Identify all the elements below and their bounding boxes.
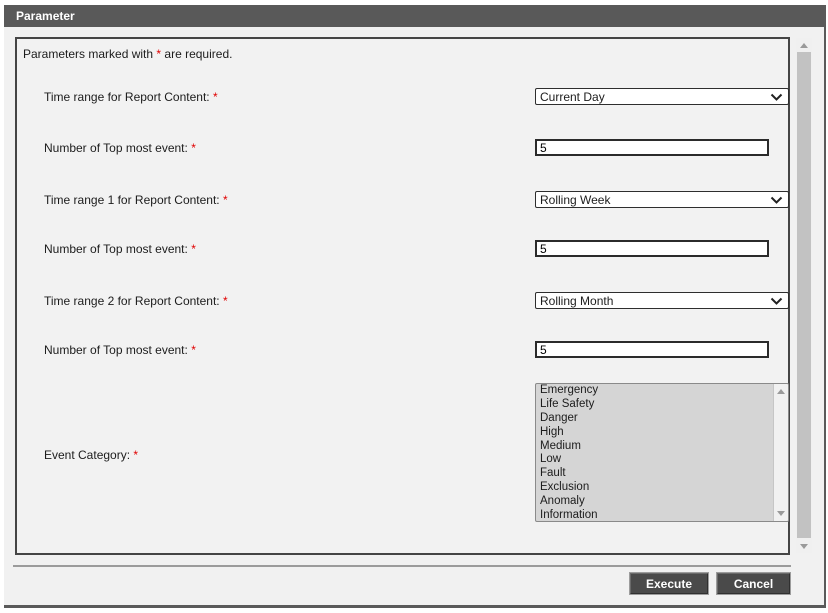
event-category-listbox[interactable]: Emergency Life Safety Danger High Medium… xyxy=(535,383,789,522)
label-top-most-event-1: Number of Top most event: * xyxy=(44,141,196,155)
time-range-2-select[interactable]: Rolling Month xyxy=(535,292,789,309)
label-time-range-2-report: Time range 2 for Report Content: * xyxy=(44,294,228,308)
label-top-most-event-2: Number of Top most event: * xyxy=(44,242,196,256)
list-item[interactable]: Fault xyxy=(536,467,773,481)
required-asterisk: * xyxy=(191,242,196,256)
required-asterisk: * xyxy=(213,90,218,104)
list-item[interactable]: Information xyxy=(536,509,773,522)
event-category-options: Emergency Life Safety Danger High Medium… xyxy=(536,384,773,521)
label-event-category: Event Category: * xyxy=(44,448,138,462)
time-range-select[interactable]: Current Day xyxy=(535,88,789,105)
time-range-select-value: Current Day xyxy=(540,90,605,104)
dialog-title: Parameter xyxy=(16,9,75,23)
top-most-event-input-2[interactable] xyxy=(535,240,769,257)
scroll-down-icon[interactable] xyxy=(774,507,788,520)
parameter-form-panel: Parameters marked with * are required. T… xyxy=(15,37,790,555)
list-item[interactable]: Emergency xyxy=(536,384,773,398)
list-item[interactable]: Anomaly xyxy=(536,495,773,509)
cancel-button[interactable]: Cancel xyxy=(716,572,791,595)
execute-button[interactable]: Execute xyxy=(629,572,709,595)
listbox-scrollbar[interactable] xyxy=(773,384,788,521)
panel-scrollbar[interactable] xyxy=(796,38,812,553)
scroll-up-icon[interactable] xyxy=(796,38,812,52)
top-most-event-input-1[interactable] xyxy=(535,139,769,156)
top-most-event-input-3[interactable] xyxy=(535,341,769,358)
list-item[interactable]: Life Safety xyxy=(536,398,773,412)
time-range-2-select-value: Rolling Month xyxy=(540,294,613,308)
footer-divider xyxy=(13,565,791,567)
parameter-dialog: Parameter Parameters marked with * are r… xyxy=(4,5,826,608)
list-item[interactable]: Danger xyxy=(536,412,773,426)
required-info-text: Parameters marked with * are required. xyxy=(23,47,232,61)
list-item[interactable]: High xyxy=(536,426,773,440)
scroll-down-icon[interactable] xyxy=(796,539,812,553)
chevron-down-icon xyxy=(770,297,783,305)
chevron-down-icon xyxy=(770,93,783,101)
required-asterisk: * xyxy=(223,294,228,308)
time-range-1-select-value: Rolling Week xyxy=(540,193,610,207)
scroll-up-icon[interactable] xyxy=(774,385,788,398)
required-asterisk: * xyxy=(223,193,228,207)
required-asterisk: * xyxy=(191,141,196,155)
list-item[interactable]: Medium xyxy=(536,440,773,454)
list-item[interactable]: Low xyxy=(536,453,773,467)
required-asterisk: * xyxy=(156,47,161,61)
label-top-most-event-3: Number of Top most event: * xyxy=(44,343,196,357)
label-time-range-1-report: Time range 1 for Report Content: * xyxy=(44,193,228,207)
label-time-range-report: Time range for Report Content: * xyxy=(44,90,218,104)
required-asterisk: * xyxy=(133,448,138,462)
scrollbar-thumb[interactable] xyxy=(797,52,811,538)
list-item[interactable]: Exclusion xyxy=(536,481,773,495)
chevron-down-icon xyxy=(770,196,783,204)
dialog-titlebar: Parameter xyxy=(4,5,824,27)
time-range-1-select[interactable]: Rolling Week xyxy=(535,191,789,208)
required-asterisk: * xyxy=(191,343,196,357)
